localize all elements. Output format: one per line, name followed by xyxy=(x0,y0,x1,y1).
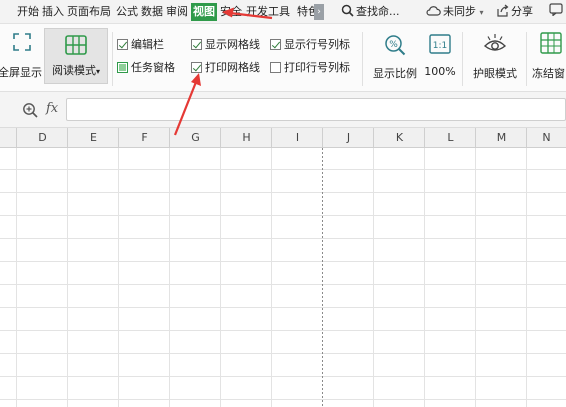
share-label: 分享 xyxy=(511,5,533,18)
sync-status[interactable]: 未同步 ▾ xyxy=(426,3,484,21)
print-headings-label: 打印行号列标 xyxy=(284,61,350,74)
fullscreen-icon xyxy=(12,32,32,52)
read-mode-grid-icon xyxy=(65,35,87,55)
fx-icon[interactable]: fx xyxy=(46,101,58,116)
ribbon-separator xyxy=(526,32,527,86)
column-header-g[interactable]: G xyxy=(170,128,221,148)
task-pane-toggle[interactable]: 任务窗格 xyxy=(117,60,175,76)
show-gridlines-label: 显示网格线 xyxy=(205,38,260,51)
chevron-down-icon: ▾ xyxy=(95,67,100,76)
show-headings-label: 显示行号列标 xyxy=(284,38,350,51)
read-mode-button[interactable]: 阅读模式▾ xyxy=(44,28,108,84)
tab-features[interactable]: 特色 xyxy=(297,3,314,21)
column-header-e[interactable]: E xyxy=(68,128,119,148)
sync-status-label: 未同步 xyxy=(443,5,476,18)
chevron-down-icon: ▾ xyxy=(479,8,484,17)
column-header-l[interactable]: L xyxy=(425,128,476,148)
checkbox-checked[interactable] xyxy=(117,39,128,50)
formula-bar-checkbox[interactable]: 编辑栏 xyxy=(117,37,164,53)
column-header-j[interactable]: J xyxy=(323,128,374,148)
formula-input[interactable] xyxy=(66,98,566,121)
zoom-cell-icon[interactable] xyxy=(22,102,38,121)
eye-protection-label: 护眼模式 xyxy=(473,67,517,80)
formula-bar-checkbox-label: 编辑栏 xyxy=(131,38,164,51)
share-icon xyxy=(496,4,509,17)
task-pane-label: 任务窗格 xyxy=(131,61,175,74)
search-icon xyxy=(341,4,354,17)
ribbon-separator xyxy=(462,32,463,86)
column-header-m[interactable]: M xyxy=(476,128,527,148)
column-header-n[interactable]: N xyxy=(527,128,566,148)
one-to-one-icon: 1:1 xyxy=(429,34,451,54)
tab-data[interactable]: 数据 xyxy=(141,3,163,21)
tab-home[interactable]: 开始 xyxy=(17,3,39,21)
view-ribbon: 全屏显示 阅读模式▾ 编辑栏 任务窗格 显示网格线 打印网格线 显示行号列标 打… xyxy=(0,24,566,92)
cell-gridlines xyxy=(0,148,566,407)
freeze-panes-icon xyxy=(540,32,562,54)
freeze-panes-label: 冻结窗 xyxy=(532,67,565,80)
tab-security[interactable]: 安全 xyxy=(220,3,242,21)
zoom-ratio-button[interactable]: % 显示比例 xyxy=(367,34,423,84)
column-header-h[interactable]: H xyxy=(221,128,272,148)
formula-bar: fx xyxy=(0,92,566,128)
search-command-label: 查找命... xyxy=(356,5,400,18)
column-header-f[interactable]: F xyxy=(119,128,170,148)
checkbox-checked[interactable] xyxy=(191,39,202,50)
ribbon-separator xyxy=(112,32,113,86)
column-header-k[interactable]: K xyxy=(374,128,425,148)
eye-icon xyxy=(483,32,507,56)
comment-icon[interactable] xyxy=(549,3,563,21)
ribbon-tab-bar: 开始 插入 页面布局 公式 数据 审阅 视图 安全 开发工具 特色 › 查找命.… xyxy=(0,0,566,24)
checkbox-checked[interactable] xyxy=(270,39,281,50)
magnifier-percent-icon: % xyxy=(384,34,406,56)
show-headings-checkbox[interactable]: 显示行号列标 xyxy=(270,37,350,53)
svg-text:1:1: 1:1 xyxy=(433,41,447,51)
print-headings-checkbox[interactable]: 打印行号列标 xyxy=(270,60,350,76)
zoom-100-button[interactable]: 1:1 100% xyxy=(423,34,457,84)
tab-page-layout[interactable]: 页面布局 xyxy=(67,3,111,21)
print-gridlines-checkbox[interactable]: 打印网格线 xyxy=(191,60,260,76)
fullscreen-button[interactable]: 全屏显示 xyxy=(0,32,44,82)
share-button[interactable]: 分享 xyxy=(496,3,533,21)
spreadsheet-grid[interactable]: D E F G H I J K L M N xyxy=(0,128,566,407)
freeze-panes-button[interactable]: 冻结窗 xyxy=(530,32,566,84)
tab-review[interactable]: 审阅 xyxy=(166,3,188,21)
checkbox-unchecked[interactable] xyxy=(270,62,281,73)
tab-insert[interactable]: 插入 xyxy=(42,3,64,21)
column-header-d[interactable]: D xyxy=(17,128,68,148)
zoom-ratio-label: 显示比例 xyxy=(373,67,417,80)
print-gridlines-label: 打印网格线 xyxy=(205,61,260,74)
task-pane-icon xyxy=(117,62,128,73)
checkbox-checked[interactable] xyxy=(191,62,202,73)
read-mode-label: 阅读模式 xyxy=(51,64,96,77)
ribbon-separator xyxy=(362,32,363,86)
tab-more-button[interactable]: › xyxy=(314,4,324,20)
column-header-i[interactable]: I xyxy=(272,128,323,148)
zoom-100-label: 100% xyxy=(424,65,456,78)
tab-view[interactable]: 视图 xyxy=(191,3,217,21)
column-header-row: D E F G H I J K L M N xyxy=(0,128,566,148)
cloud-icon xyxy=(426,4,441,17)
eye-protection-button[interactable]: 护眼模式 xyxy=(467,32,523,84)
tab-developer-tools[interactable]: 开发工具 xyxy=(246,3,290,21)
tab-formulas[interactable]: 公式 xyxy=(116,3,138,21)
svg-text:%: % xyxy=(389,40,398,50)
fullscreen-label: 全屏显示 xyxy=(0,66,42,79)
show-gridlines-checkbox[interactable]: 显示网格线 xyxy=(191,37,260,53)
search-command[interactable]: 查找命... xyxy=(341,3,400,21)
